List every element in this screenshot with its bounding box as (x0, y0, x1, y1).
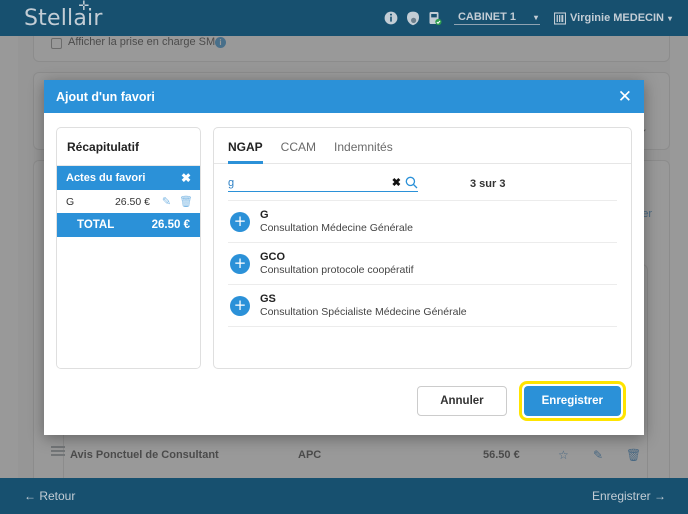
result-label: Consultation Spécialiste Médecine Généra… (260, 306, 467, 318)
result-label: Consultation Médecine Générale (260, 222, 413, 234)
card-reader-icon[interactable] (428, 11, 442, 26)
app-logo-text: Stellair (24, 6, 103, 31)
recap-title: Récapitulatif (57, 128, 200, 166)
logo-spark-icon: ✛ (79, 0, 90, 13)
save-button[interactable]: Enregistrer (524, 386, 621, 416)
modal-body: Récapitulatif Actes du favori ✖ G 26.50 … (44, 113, 644, 369)
actes-favori-close-icon[interactable]: ✖ (181, 171, 191, 185)
cancel-button[interactable]: Annuler (417, 386, 506, 416)
acte-code: G (66, 196, 108, 208)
modal-footer: Annuler Enregistrer (44, 369, 644, 435)
search-input[interactable]: g ✖ (228, 176, 418, 192)
top-bar-actions: CABINET 1 ▾ Virginie MEDECIN ▾ (384, 11, 672, 26)
acte-row: G 26.50 € ✎ 🗑 (57, 190, 200, 213)
add-acte-button[interactable]: + (230, 254, 250, 274)
chevron-down-icon: ▾ (668, 14, 672, 23)
info-icon[interactable] (384, 11, 398, 25)
user-menu[interactable]: Virginie MEDECIN ▾ (554, 12, 672, 25)
result-row[interactable]: + GS Consultation Spécialiste Médecine G… (228, 285, 617, 327)
tab-ngap[interactable]: NGAP (228, 140, 263, 164)
search-results-list: + G Consultation Médecine Générale + GCO… (228, 200, 617, 368)
save-button-highlight: Enregistrer (519, 381, 626, 421)
chevron-down-icon: ▾ (534, 13, 538, 22)
result-code: GCO (260, 251, 414, 263)
search-row: g ✖ 3 sur 3 (214, 164, 631, 200)
tab-ccam[interactable]: CCAM (281, 140, 316, 164)
trash-icon[interactable]: 🗑 (179, 195, 192, 208)
result-label: Consultation protocole coopératif (260, 264, 414, 276)
modal-title: Ajout d'un favori (56, 90, 155, 104)
result-row[interactable]: + GCO Consultation protocole coopératif (228, 243, 617, 285)
top-app-bar: Stellair ✛ CABINET 1 ▾ Virginie MEDECIN … (0, 0, 688, 36)
result-code: GS (260, 293, 467, 305)
search-input-value: g (228, 177, 388, 189)
cabinet-selector[interactable]: CABINET 1 ▾ (454, 11, 540, 25)
recap-total-label: TOTAL (67, 219, 114, 231)
tab-indemnites[interactable]: Indemnités (334, 140, 393, 164)
actes-favori-header: Actes du favori ✖ (57, 166, 200, 190)
bottom-save-button[interactable]: Enregistrer → (592, 489, 666, 503)
nomenclature-tabs: NGAP CCAM Indemnités (214, 128, 631, 164)
pencil-icon[interactable]: ✎ (160, 195, 173, 208)
result-count: 3 sur 3 (470, 178, 505, 190)
recap-total-bar: TOTAL 26.50 € (57, 213, 200, 237)
user-badge-icon (554, 12, 566, 25)
app-logo[interactable]: Stellair ✛ (24, 6, 103, 31)
vitale-card-icon[interactable] (406, 11, 420, 26)
recap-panel: Récapitulatif Actes du favori ✖ G 26.50 … (56, 127, 201, 369)
result-code: G (260, 209, 413, 221)
back-button[interactable]: ← Retour (24, 489, 75, 503)
recap-total-value: 26.50 € (152, 219, 190, 231)
actes-favori-label: Actes du favori (66, 172, 145, 184)
add-acte-button[interactable]: + (230, 296, 250, 316)
cabinet-label: CABINET 1 (458, 11, 516, 23)
search-panel: NGAP CCAM Indemnités g ✖ 3 sur 3 + (213, 127, 632, 369)
clear-icon[interactable]: ✖ (388, 176, 405, 189)
recap-empty-area (57, 237, 200, 368)
modal-header: Ajout d'un favori ✕ (44, 80, 644, 113)
result-row[interactable]: + G Consultation Médecine Générale (228, 201, 617, 243)
add-acte-button[interactable]: + (230, 212, 250, 232)
search-icon[interactable] (405, 176, 418, 189)
add-favorite-modal: Ajout d'un favori ✕ Récapitulatif Actes … (44, 80, 644, 435)
close-icon[interactable]: ✕ (618, 88, 632, 105)
bottom-action-bar: ← Retour Enregistrer → (0, 478, 688, 514)
user-name: Virginie MEDECIN (570, 12, 664, 24)
acte-price: 26.50 € (114, 196, 154, 208)
